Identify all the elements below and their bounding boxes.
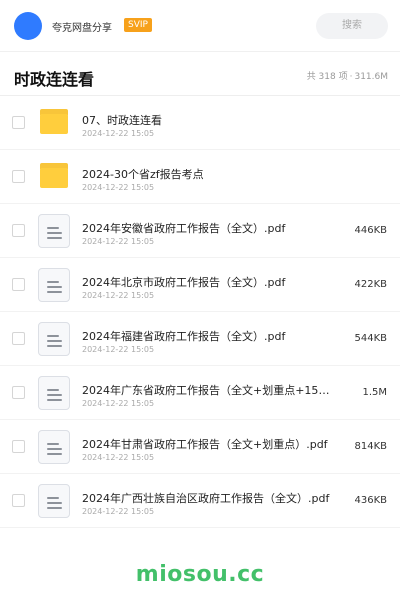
file-name: 2024年广东省政府工作报告（全文+划重点+150…	[82, 384, 330, 397]
file-date: 2024-12-22 15:05	[82, 291, 155, 300]
svip-badge: SVIP	[124, 18, 152, 32]
file-name: 2024年福建省政府工作报告（全文）.pdf	[82, 330, 286, 343]
document-icon	[38, 268, 70, 302]
folder-icon	[38, 160, 70, 194]
page-title: 时政连连看	[14, 70, 95, 89]
file-name: 2024年甘肃省政府工作报告（全文+划重点）.pdf	[82, 438, 328, 451]
file-name: 07、时政连连看	[82, 114, 162, 127]
share-name: 夸克网盘分享	[52, 23, 112, 34]
file-size: 422KB	[354, 279, 387, 290]
row-checkbox[interactable]	[12, 278, 25, 291]
file-row[interactable]: 07、时政连连看 2024-12-22 15:05	[0, 96, 400, 150]
row-checkbox[interactable]	[12, 170, 25, 183]
document-icon	[38, 376, 70, 410]
file-size: 446KB	[354, 225, 387, 236]
file-name: 2024年安徽省政府工作报告（全文）.pdf	[82, 222, 286, 235]
file-row[interactable]: 2024-30个省zf报告考点 2024-12-22 15:05	[0, 150, 400, 204]
row-checkbox[interactable]	[12, 224, 25, 237]
file-date: 2024-12-22 15:05	[82, 183, 155, 192]
total-size: 311.6M	[354, 72, 388, 82]
folder-header: 时政连连看 共 318 项 · 311.6M	[0, 52, 400, 96]
avatar[interactable]	[14, 12, 42, 40]
file-row[interactable]: 2024年广东省政府工作报告（全文+划重点+150… 2024-12-22 15…	[0, 366, 400, 420]
watermark: miosou.cc	[135, 562, 265, 587]
folder-icon	[38, 106, 70, 140]
file-row[interactable]: 2024年安徽省政府工作报告（全文）.pdf 2024-12-22 15:05 …	[0, 204, 400, 258]
summary-separator: ·	[349, 72, 353, 82]
file-date: 2024-12-22 15:05	[82, 399, 155, 408]
document-icon	[38, 484, 70, 518]
row-checkbox[interactable]	[12, 116, 25, 129]
file-name: 2024年广西壮族自治区政府工作报告（全文）.pdf	[82, 492, 330, 505]
row-checkbox[interactable]	[12, 440, 25, 453]
folder-summary: 共 318 项 · 311.6M	[307, 69, 388, 82]
file-date: 2024-12-22 15:05	[82, 453, 155, 462]
file-name: 2024年北京市政府工作报告（全文）.pdf	[82, 276, 286, 289]
file-list: 07、时政连连看 2024-12-22 15:05 2024-30个省zf报告考…	[0, 96, 400, 528]
file-size: 544KB	[354, 333, 387, 344]
document-icon	[38, 430, 70, 464]
file-row[interactable]: 2024年北京市政府工作报告（全文）.pdf 2024-12-22 15:05 …	[0, 258, 400, 312]
row-checkbox[interactable]	[12, 386, 25, 399]
file-size: 814KB	[354, 441, 387, 452]
file-date: 2024-12-22 15:05	[82, 129, 155, 138]
file-date: 2024-12-22 15:05	[82, 237, 155, 246]
file-row[interactable]: 2024年福建省政府工作报告（全文）.pdf 2024-12-22 15:05 …	[0, 312, 400, 366]
item-count: 共 318 项	[306, 72, 348, 82]
file-size: 436KB	[354, 495, 387, 506]
document-icon	[38, 322, 70, 356]
file-date: 2024-12-22 15:05	[82, 345, 155, 354]
file-date: 2024-12-22 15:05	[82, 507, 155, 516]
search-input[interactable]: 搜索	[316, 13, 388, 39]
file-row[interactable]: 2024年广西壮族自治区政府工作报告（全文）.pdf 2024-12-22 15…	[0, 474, 400, 528]
file-row[interactable]: 2024年甘肃省政府工作报告（全文+划重点）.pdf 2024-12-22 15…	[0, 420, 400, 474]
file-name: 2024-30个省zf报告考点	[82, 168, 204, 181]
row-checkbox[interactable]	[12, 494, 25, 507]
top-bar: 夸克网盘分享 SVIP 搜索	[0, 0, 400, 52]
document-icon	[38, 214, 70, 248]
file-size: 1.5M	[362, 387, 387, 398]
row-checkbox[interactable]	[12, 332, 25, 345]
